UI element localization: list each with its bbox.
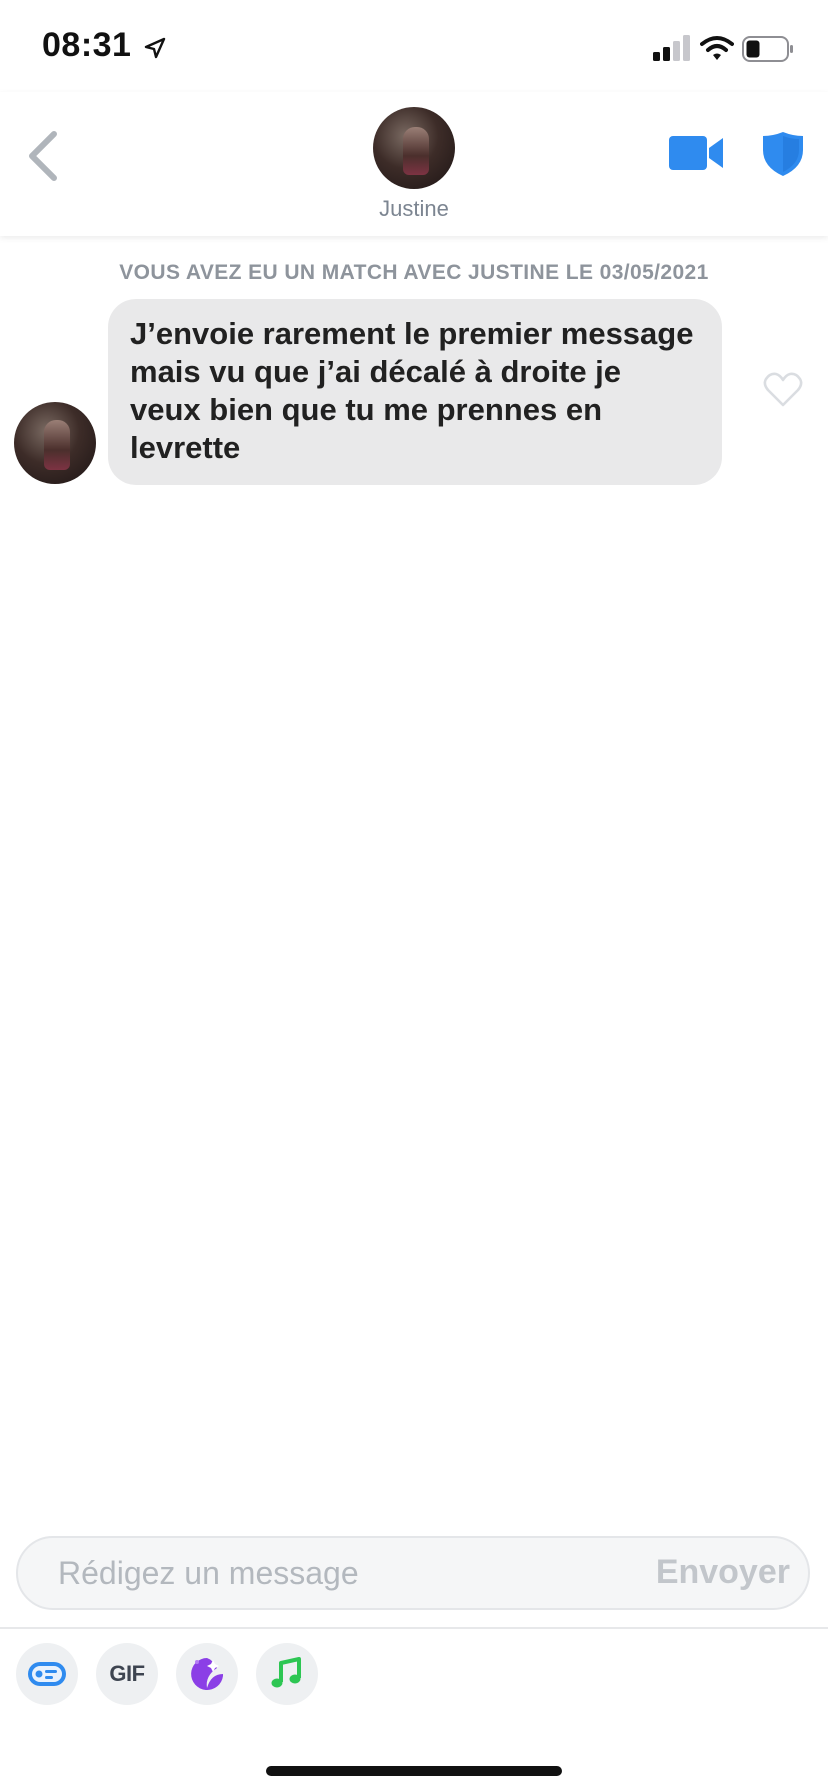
match-banner: VOUS AVEZ EU UN MATCH AVEC JUSTINE LE 03…	[119, 261, 709, 284]
sticker-button[interactable]	[176, 1643, 238, 1705]
music-button[interactable]	[256, 1643, 318, 1705]
bitmoji-button[interactable]	[16, 1643, 78, 1705]
message-input[interactable]	[58, 1538, 618, 1608]
safety-shield-button[interactable]	[762, 131, 804, 177]
wifi-icon	[700, 36, 734, 60]
match-avatar[interactable]	[373, 107, 455, 189]
music-icon	[271, 1657, 301, 1688]
message-bubble: J’envoie rarement le premier message mai…	[108, 299, 722, 485]
heart-icon	[763, 372, 803, 407]
location-arrow-icon	[144, 37, 166, 59]
sticker-icon	[191, 1658, 223, 1690]
battery-icon	[742, 36, 793, 62]
status-time: 08:31	[42, 26, 132, 64]
gif-icon: GIF	[109, 1661, 145, 1686]
home-indicator	[266, 1766, 562, 1776]
send-button[interactable]: Envoyer	[656, 1553, 790, 1592]
bitmoji-icon	[28, 1662, 66, 1686]
video-camera-icon	[669, 136, 723, 170]
chevron-left-icon	[29, 131, 57, 181]
divider	[0, 1627, 828, 1629]
like-message-button[interactable]	[763, 372, 803, 408]
message-avatar[interactable]	[14, 402, 96, 484]
match-name[interactable]: Justine	[314, 196, 514, 222]
video-call-button[interactable]	[668, 133, 724, 173]
signal-icon	[653, 35, 690, 61]
back-button[interactable]	[24, 128, 64, 184]
message-composer: Envoyer	[16, 1536, 810, 1610]
gif-button[interactable]: GIF	[96, 1643, 158, 1705]
